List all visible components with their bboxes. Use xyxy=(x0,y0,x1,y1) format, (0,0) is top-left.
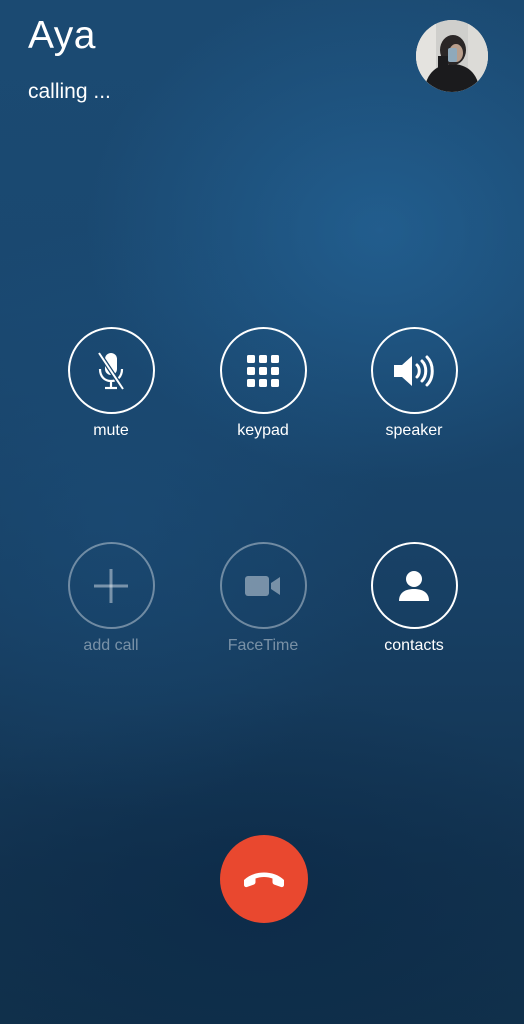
end-call-button[interactable] xyxy=(220,835,308,923)
plus-icon xyxy=(94,568,128,603)
facetime-label: FaceTime xyxy=(227,637,299,654)
facetime-button[interactable]: FaceTime xyxy=(203,542,323,655)
add-call-button-ring[interactable] xyxy=(67,542,155,629)
speaker-icon xyxy=(394,355,434,386)
caller-name: Aya xyxy=(28,14,96,57)
video-camera-icon xyxy=(245,575,280,596)
mute-button-ring[interactable] xyxy=(67,327,155,414)
keypad-button[interactable]: keypad xyxy=(203,327,323,440)
contacts-button[interactable]: contacts xyxy=(354,542,474,655)
contacts-button-ring[interactable] xyxy=(370,542,458,629)
phone-hangup-icon xyxy=(244,872,284,888)
caller-avatar[interactable] xyxy=(416,20,488,92)
keypad-grid-icon xyxy=(247,354,279,387)
person-icon xyxy=(399,570,429,601)
avatar-photo xyxy=(416,20,488,92)
keypad-button-ring[interactable] xyxy=(219,327,307,414)
call-status: calling ... xyxy=(28,80,111,103)
microphone-muted-icon xyxy=(97,351,125,390)
mute-label: mute xyxy=(93,422,129,439)
speaker-label: speaker xyxy=(385,422,443,439)
keypad-label: keypad xyxy=(237,422,289,439)
contacts-label: contacts xyxy=(384,637,444,654)
speaker-button-ring[interactable] xyxy=(370,327,458,414)
facetime-button-ring[interactable] xyxy=(219,542,307,629)
add-call-label: add call xyxy=(83,637,139,654)
add-call-button[interactable]: add call xyxy=(51,542,171,655)
speaker-button[interactable]: speaker xyxy=(354,327,474,440)
mute-button[interactable]: mute xyxy=(51,327,171,440)
